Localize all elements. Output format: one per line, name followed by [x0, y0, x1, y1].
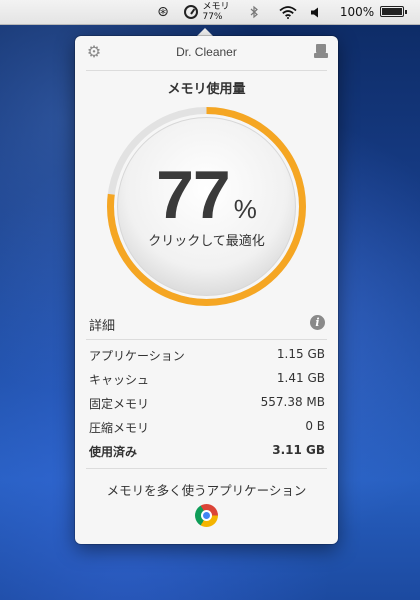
detail-value: 1.41 GB — [276, 371, 325, 385]
info-icon[interactable]: i — [310, 315, 325, 330]
section-title: メモリ使用量 — [167, 82, 246, 97]
detail-label: 使用済み — [89, 445, 138, 459]
menu-bar: ⊛ メモリ 77% 100% — [0, 0, 420, 25]
chrome-icon[interactable] — [195, 504, 218, 527]
memory-gauge[interactable]: 77% クリックして最適化 — [106, 106, 307, 307]
bluetooth-icon[interactable] — [245, 0, 263, 24]
detail-row-cache: キャッシュ 1.41 GB — [89, 367, 325, 391]
detail-row-compressed: 圧縮メモリ 0 B — [89, 415, 325, 439]
detail-value: 557.38 MB — [260, 395, 325, 409]
detail-label: アプリケーション — [89, 349, 185, 363]
details-list: アプリケーション 1.15 GB キャッシュ 1.41 GB 固定メモリ 557… — [89, 343, 325, 463]
battery-percent[interactable]: 100% — [336, 0, 378, 24]
top-apps-title: メモリを多く使うアプリケーション — [106, 483, 307, 498]
menubar-memory-pct: 77% — [202, 12, 223, 22]
detail-label: キャッシュ — [89, 373, 150, 387]
usage-unit: % — [233, 194, 257, 224]
detail-row-wired: 固定メモリ 557.38 MB — [89, 391, 325, 415]
sync-icon[interactable]: ⊛ — [154, 0, 172, 24]
volume-icon[interactable] — [308, 0, 322, 24]
battery-icon[interactable] — [380, 6, 407, 17]
details-title: 詳細 — [89, 319, 116, 334]
menubar-memory-label: メモリ — [202, 2, 230, 12]
popup-header: ⚙ Dr. Cleaner — [75, 36, 338, 70]
memory-status-item[interactable]: メモリ 77% — [179, 0, 235, 24]
detail-row-used: 使用済み 3.11 GB — [89, 439, 325, 463]
detail-label: 固定メモリ — [89, 397, 150, 411]
usage-value: 77 — [156, 157, 231, 233]
divider — [86, 70, 327, 71]
divider — [86, 468, 327, 469]
wifi-icon[interactable] — [276, 0, 300, 24]
detail-label: 圧縮メモリ — [89, 421, 150, 435]
detail-value: 3.11 GB — [272, 443, 325, 457]
optimize-label[interactable]: クリックして最適化 — [106, 230, 307, 249]
details-header: 詳細 i — [89, 312, 325, 334]
usage-percent: 77% — [106, 156, 307, 234]
app-title: Dr. Cleaner — [176, 45, 237, 59]
gauge-icon — [184, 5, 199, 19]
detail-row-applications: アプリケーション 1.15 GB — [89, 343, 325, 367]
divider — [86, 339, 327, 340]
drive-icon[interactable] — [314, 44, 328, 58]
dr-cleaner-popup: ⚙ Dr. Cleaner メモリ使用量 77% クリックして最適化 詳細 i — [75, 36, 338, 544]
detail-value: 1.15 GB — [276, 347, 325, 361]
detail-value: 0 B — [305, 419, 325, 433]
